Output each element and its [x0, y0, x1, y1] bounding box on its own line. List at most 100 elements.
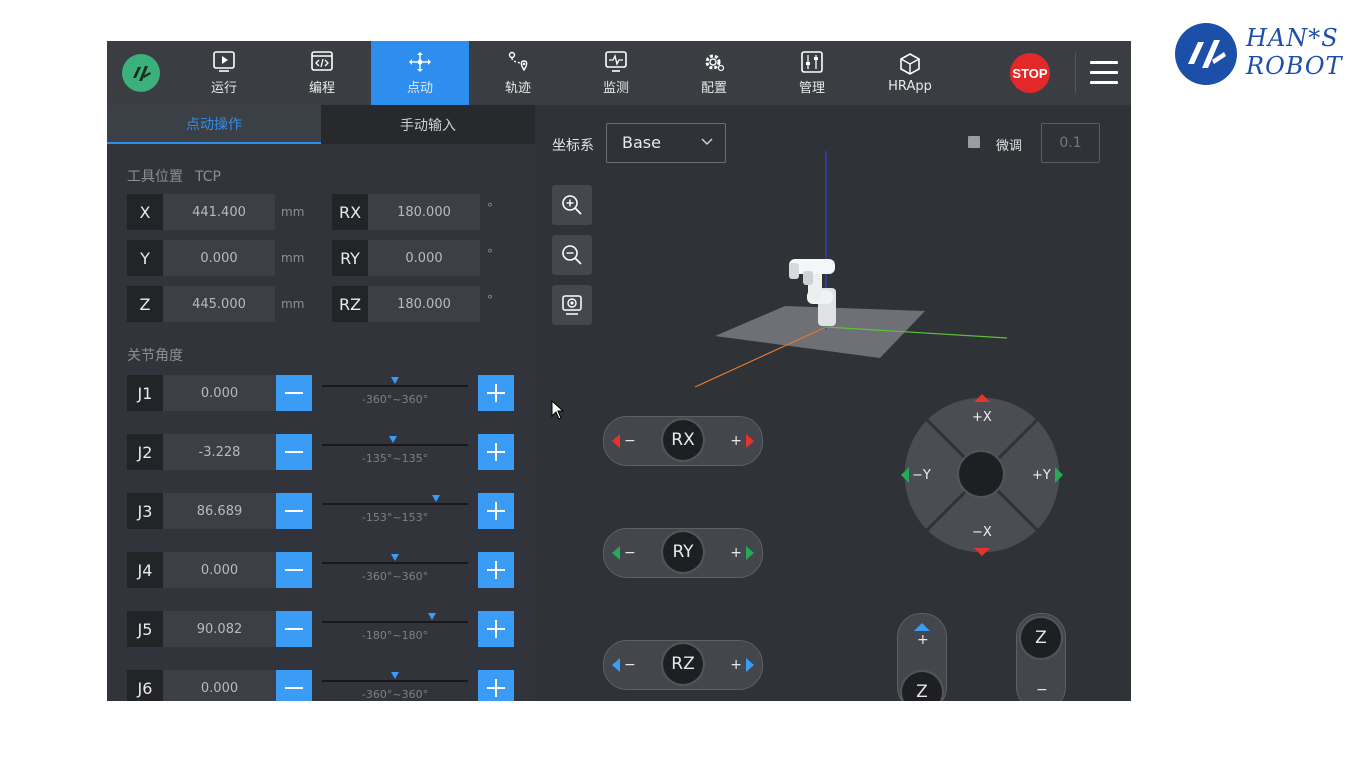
- app-logo-icon: [133, 66, 151, 81]
- joint-j1-slider[interactable]: [322, 377, 468, 387]
- joint-j3-slider-thumb[interactable]: [432, 495, 441, 502]
- field-rz-value[interactable]: 180.000: [368, 286, 480, 322]
- app-window: 运行 编程 点动 轨迹 监测 配置 管理 HRApp STOP 点动操作 手动输…: [107, 41, 1131, 701]
- fine-tune-input[interactable]: 0.1: [1041, 123, 1100, 163]
- z-minus-label[interactable]: −: [1036, 682, 1048, 698]
- z-plus-label[interactable]: +: [917, 632, 929, 648]
- ry-plus-button[interactable]: +: [730, 545, 742, 561]
- field-rx-value[interactable]: 180.000: [368, 194, 480, 230]
- joint-row-j1: J1 0.000 -360°~360°: [127, 375, 517, 411]
- xy-direction-pad: +X −X −Y +Y: [892, 385, 1072, 565]
- rotate-ry-control: − RY +: [603, 528, 763, 578]
- nav-config[interactable]: 配置: [665, 41, 763, 105]
- z-plus-control: + Z: [897, 613, 947, 701]
- field-x-value[interactable]: 441.400: [163, 194, 275, 230]
- joint-j5-minus-button[interactable]: [276, 611, 312, 647]
- joint-j3-minus-button[interactable]: [276, 493, 312, 529]
- joint-j5-plus-button[interactable]: [478, 611, 514, 647]
- field-rx-label: RX: [332, 194, 368, 230]
- z-plus-knob[interactable]: Z: [902, 672, 942, 701]
- rx-plus-button[interactable]: +: [730, 433, 742, 449]
- joint-j5-label: J5: [127, 611, 163, 647]
- joint-j2-minus-button[interactable]: [276, 434, 312, 470]
- joint-row-j6: J6 0.000 -360°~360°: [127, 670, 517, 701]
- tab-jog-operation[interactable]: 点动操作: [107, 105, 321, 144]
- tab-manual-input[interactable]: 手动输入: [321, 105, 535, 144]
- rz-plus-arrow-icon[interactable]: [746, 658, 754, 672]
- rz-plus-button[interactable]: +: [730, 657, 742, 673]
- field-y-value[interactable]: 0.000: [163, 240, 275, 276]
- play-icon: [213, 50, 235, 72]
- nav-jog[interactable]: 点动: [371, 41, 469, 105]
- hamburger-menu-icon[interactable]: [1090, 61, 1118, 85]
- monitor-icon: [605, 50, 627, 72]
- mouse-cursor-icon: [551, 400, 565, 420]
- joint-j5-slider-thumb[interactable]: [427, 613, 436, 620]
- joint-j6-plus-button[interactable]: [478, 670, 514, 701]
- dpad-center-knob[interactable]: [959, 452, 1003, 496]
- nav-manage[interactable]: 管理: [763, 41, 861, 105]
- z-minus-knob[interactable]: Z: [1021, 618, 1061, 658]
- joint-j2-range: -135°~135°: [361, 452, 429, 465]
- nav-monitor[interactable]: 监测: [567, 41, 665, 105]
- joint-j1-minus-button[interactable]: [276, 375, 312, 411]
- joint-j4-plus-button[interactable]: [478, 552, 514, 588]
- joint-j6-minus-button[interactable]: [276, 670, 312, 701]
- field-ry-value[interactable]: 0.000: [368, 240, 480, 276]
- joint-j5-slider[interactable]: [322, 613, 468, 623]
- joint-row-j4: J4 0.000 -360°~360°: [127, 552, 517, 588]
- joint-j4-minus-button[interactable]: [276, 552, 312, 588]
- joint-j2-slider[interactable]: [322, 436, 468, 446]
- joint-j6-slider[interactable]: [322, 672, 468, 682]
- joint-row-j3: J3 86.689 -153°~153°: [127, 493, 517, 529]
- minus-icon: [285, 451, 303, 453]
- ry-plus-arrow-icon[interactable]: [746, 546, 754, 560]
- reset-view-button[interactable]: [552, 285, 592, 325]
- coord-system-label: 坐标系: [552, 138, 594, 154]
- rx-knob[interactable]: RX: [663, 420, 703, 460]
- joint-j3-label: J3: [127, 493, 163, 529]
- field-z-value[interactable]: 445.000: [163, 286, 275, 322]
- rx-plus-arrow-icon[interactable]: [746, 434, 754, 448]
- ry-knob[interactable]: RY: [663, 532, 703, 572]
- joint-j4-slider[interactable]: [322, 554, 468, 564]
- rotate-rx-control: − RX +: [603, 416, 763, 466]
- zoom-out-button[interactable]: [552, 235, 592, 275]
- dpad-minus-x-label: −X: [972, 525, 992, 540]
- joint-j2-slider-thumb[interactable]: [389, 436, 398, 443]
- rz-knob[interactable]: RZ: [663, 644, 703, 684]
- joint-j4-slider-thumb[interactable]: [391, 554, 399, 561]
- rx-minus-arrow-icon[interactable]: [612, 434, 620, 448]
- joint-j1-slider-thumb[interactable]: [391, 377, 399, 384]
- field-x-label: X: [127, 194, 163, 230]
- field-z: Z 445.000: [127, 286, 275, 322]
- rx-minus-button[interactable]: −: [624, 433, 636, 449]
- ry-minus-button[interactable]: −: [624, 545, 636, 561]
- ry-minus-arrow-icon[interactable]: [612, 546, 620, 560]
- code-icon: [311, 50, 333, 71]
- zoom-out-icon: [562, 245, 582, 265]
- topbar-divider: [1075, 53, 1076, 93]
- rz-minus-button[interactable]: −: [624, 657, 636, 673]
- robot-3d-view[interactable]: [675, 145, 1015, 395]
- joint-j6-slider-thumb[interactable]: [391, 672, 399, 679]
- nav-program[interactable]: 编程: [273, 41, 371, 105]
- nav-trajectory[interactable]: 轨迹: [469, 41, 567, 105]
- joint-j3-plus-button[interactable]: [478, 493, 514, 529]
- jog-right-panel: 坐标系 Base 微调 0.1 − RX + − RY + − RZ + +X …: [535, 105, 1131, 701]
- app-logo-button[interactable]: [122, 54, 160, 92]
- field-rz-label: RZ: [332, 286, 368, 322]
- joint-j4-label: J4: [127, 552, 163, 588]
- nav-program-label: 编程: [308, 80, 335, 96]
- joint-j3-slider[interactable]: [322, 495, 468, 505]
- rz-minus-arrow-icon[interactable]: [612, 658, 620, 672]
- minus-icon: [285, 687, 303, 689]
- zoom-in-button[interactable]: [552, 185, 592, 225]
- joint-j2-plus-button[interactable]: [478, 434, 514, 470]
- joint-j1-plus-button[interactable]: [478, 375, 514, 411]
- nav-run[interactable]: 运行: [175, 41, 273, 105]
- nav-hrapp[interactable]: HRApp: [861, 41, 959, 105]
- joint-j5-range: -180°~180°: [361, 629, 429, 642]
- top-nav-bar: 运行 编程 点动 轨迹 监测 配置 管理 HRApp STOP: [107, 41, 1131, 105]
- emergency-stop-button[interactable]: STOP: [1010, 53, 1050, 93]
